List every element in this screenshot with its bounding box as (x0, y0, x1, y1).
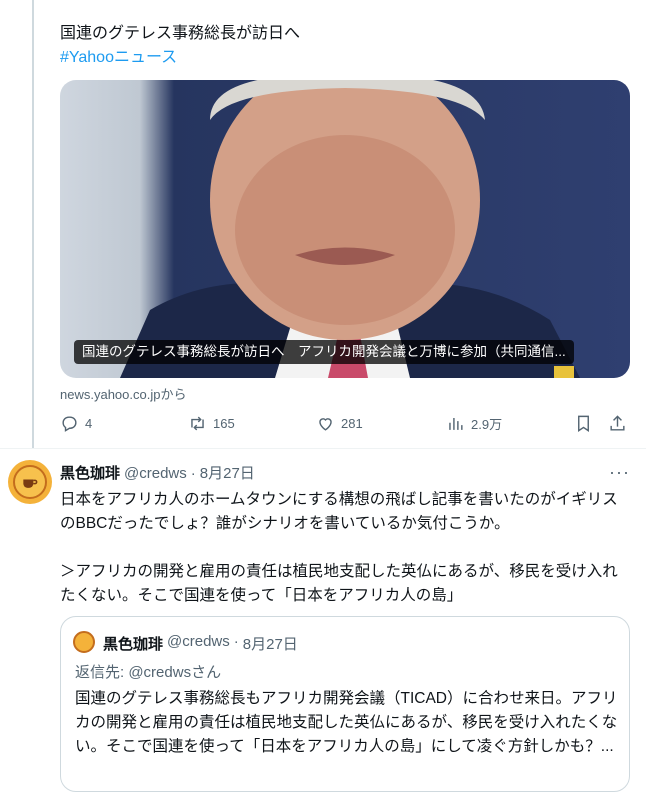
link-card-image[interactable]: 国連のグテレス事務総長が訪日へ アフリカ開発会議と万博に参加（共同通信... (60, 80, 630, 378)
timestamp[interactable]: 8月27日 (200, 464, 255, 484)
repost-icon (191, 416, 204, 431)
separator-dot: · (190, 465, 196, 482)
repost-button[interactable]: 165 (188, 414, 235, 433)
link-source[interactable]: news.yahoo.co.jpから (60, 384, 186, 403)
card-caption: 国連のグテレス事務総長が訪日へ アフリカ開発会議と万博に参加（共同通信... (74, 340, 574, 364)
reply-button[interactable]: 4 (60, 414, 92, 433)
display-name[interactable]: 黒色珈琲 (60, 464, 120, 484)
reply-count: 4 (85, 416, 93, 431)
like-count: 281 (341, 416, 363, 431)
hashtag-link[interactable]: #Yahooニュース (60, 46, 300, 70)
tweet-text: 国連のグテレス事務総長が訪日へ #Yahooニュース (60, 22, 300, 70)
tweet-divider (0, 448, 646, 449)
reply-to-label: 返信先: @credwsさん (75, 664, 222, 681)
repost-count: 165 (213, 416, 235, 431)
tweet-body: 日本をアフリカ人のホームタウンにする構想の飛ばし記事を書いたのがイギリスのBBC… (60, 491, 618, 604)
share-button[interactable] (608, 414, 627, 433)
view-count: 2.9万 (471, 417, 503, 432)
share-icon (610, 415, 625, 431)
quote-separator-dot: · (233, 633, 239, 650)
analytics-icon (449, 417, 463, 430)
quote-handle: @credws (167, 633, 230, 650)
quote-header: 黒色珈琲 @credws · 8月27日 (103, 633, 298, 654)
quote-avatar (73, 631, 95, 653)
thread-connector-line (32, 0, 34, 448)
handle[interactable]: @credws (124, 464, 187, 484)
tweet-actions: 4 165 281 2.9万 (60, 414, 632, 438)
heart-icon (319, 418, 332, 431)
tweet-headline: 国連のグテレス事務総長が訪日へ (60, 25, 301, 42)
quoted-tweet[interactable]: 黒色珈琲 @credws · 8月27日 返信先: @credwsさん 国連のグ… (60, 616, 630, 792)
tweet-header: 黒色珈琲 @credws · 8月27日 (60, 464, 255, 484)
quote-timestamp: 8月27日 (242, 636, 298, 653)
portrait-photo (120, 80, 580, 378)
bookmark-icon (578, 415, 589, 432)
quote-display-name: 黒色珈琲 (103, 636, 164, 653)
reply-icon (62, 416, 77, 432)
avatar[interactable] (8, 460, 52, 504)
more-options-icon[interactable]: ··· (609, 462, 630, 483)
bookmark-button[interactable] (574, 414, 593, 433)
coffee-cup-icon (13, 465, 47, 499)
like-button[interactable]: 281 (316, 414, 363, 433)
views-button[interactable]: 2.9万 (446, 414, 502, 433)
quote-body: 国連のグテレス事務総長もアフリカ開発会議（TICAD）に合わせ来日。アフリカの開… (75, 690, 618, 755)
